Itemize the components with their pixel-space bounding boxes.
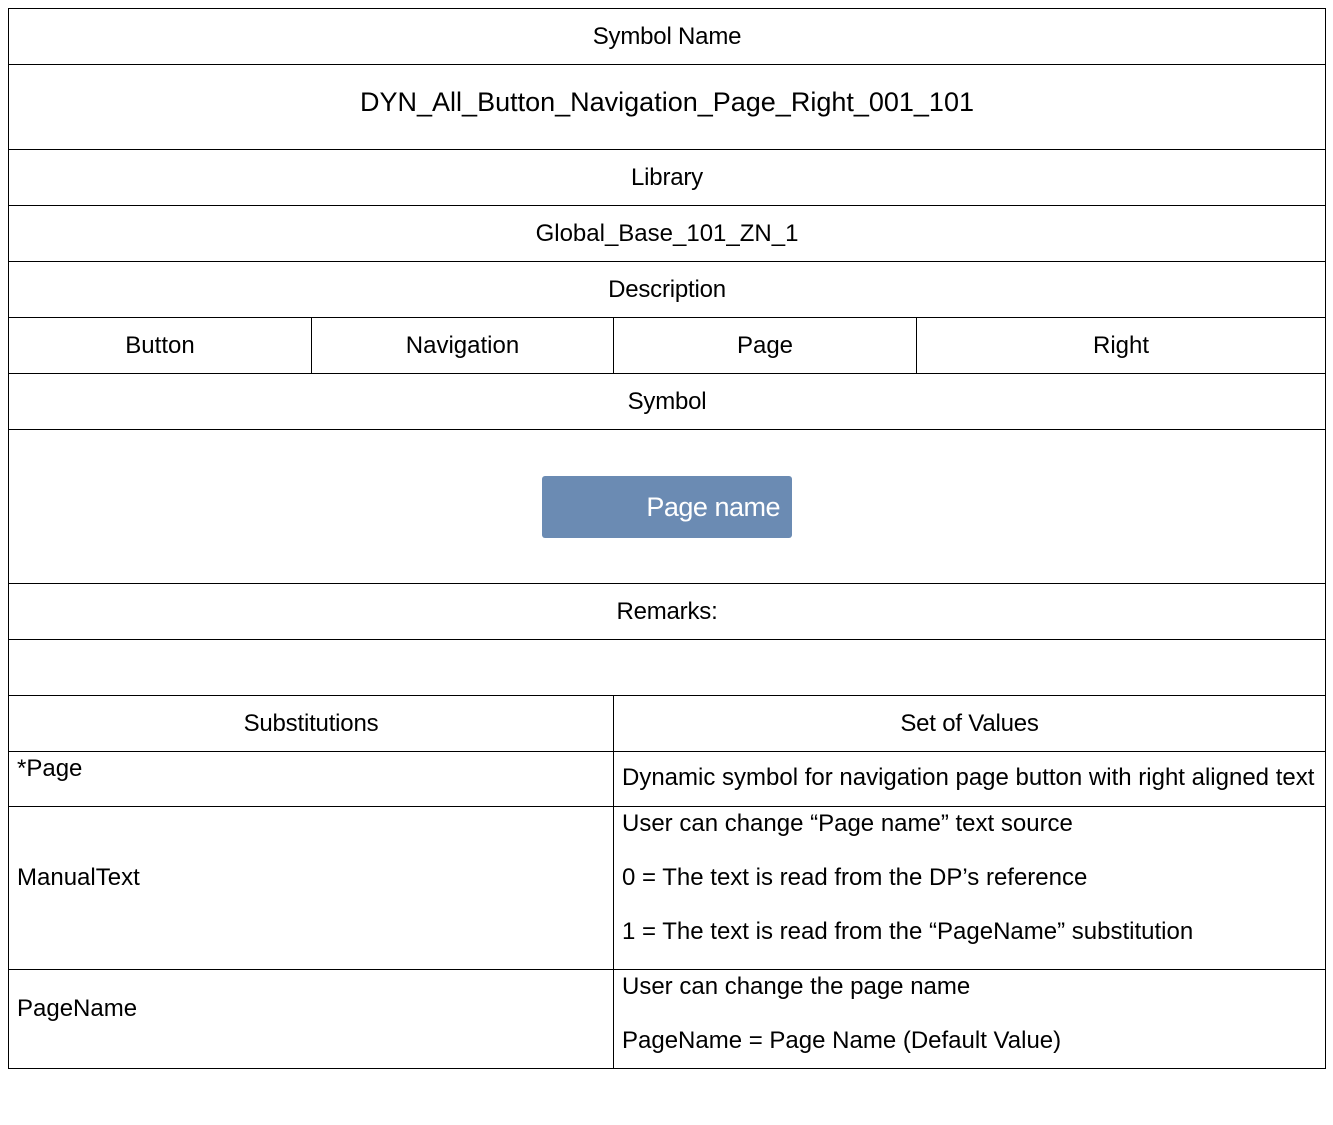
description-item: Button xyxy=(8,317,312,374)
substitution-value-line: 1 = The text is read from the “PageName”… xyxy=(622,918,1194,945)
substitution-value-line: PageName = Page Name (Default Value) xyxy=(622,1027,1062,1054)
substitution-value-line: 0 = The text is read from the DP’s refer… xyxy=(622,864,1088,891)
description-item: Right xyxy=(915,317,1327,374)
page-name-button-preview: Page name xyxy=(542,475,792,538)
substitution-name-text: PageName xyxy=(17,995,138,1022)
symbol-name-header: Symbol Name xyxy=(7,8,1327,65)
substitution-values: User can change the page name PageName =… xyxy=(612,969,1327,1069)
substitution-values: Dynamic symbol for navigation page butto… xyxy=(612,751,1327,807)
substitutions-column-header: Substitutions xyxy=(8,695,614,752)
substitution-value-line: User can change “Page name” text source xyxy=(622,810,1073,837)
substitution-values: User can change “Page name” text source … xyxy=(612,806,1327,970)
remarks-value xyxy=(7,639,1327,696)
substitution-name: PageName xyxy=(8,969,614,1069)
symbol-header: Symbol xyxy=(7,373,1327,430)
symbol-name-value: DYN_All_Button_Navigation_Page_Right_001… xyxy=(7,64,1327,150)
description-item: Page xyxy=(613,317,917,374)
page-name-button-label: Page name xyxy=(646,491,780,522)
substitution-value-line: User can change the page name xyxy=(622,973,971,1000)
substitution-name: *Page xyxy=(8,751,614,807)
substitution-name: ManualText xyxy=(8,806,614,970)
library-value: Global_Base_101_ZN_1 xyxy=(7,205,1327,262)
substitution-name-text: ManualText xyxy=(17,864,140,891)
substitution-name-text: *Page xyxy=(17,755,83,782)
description-header: Description xyxy=(7,261,1327,318)
description-item: Navigation xyxy=(311,317,614,374)
remarks-header: Remarks: xyxy=(7,583,1327,640)
set-of-values-column-header: Set of Values xyxy=(612,695,1327,752)
library-header: Library xyxy=(7,149,1327,206)
symbol-spec-table: Symbol Name DYN_All_Button_Navigation_Pa… xyxy=(7,8,1327,1069)
substitution-value-line: Dynamic symbol for navigation page butto… xyxy=(622,763,1315,791)
symbol-preview-cell: Page name xyxy=(7,429,1327,584)
